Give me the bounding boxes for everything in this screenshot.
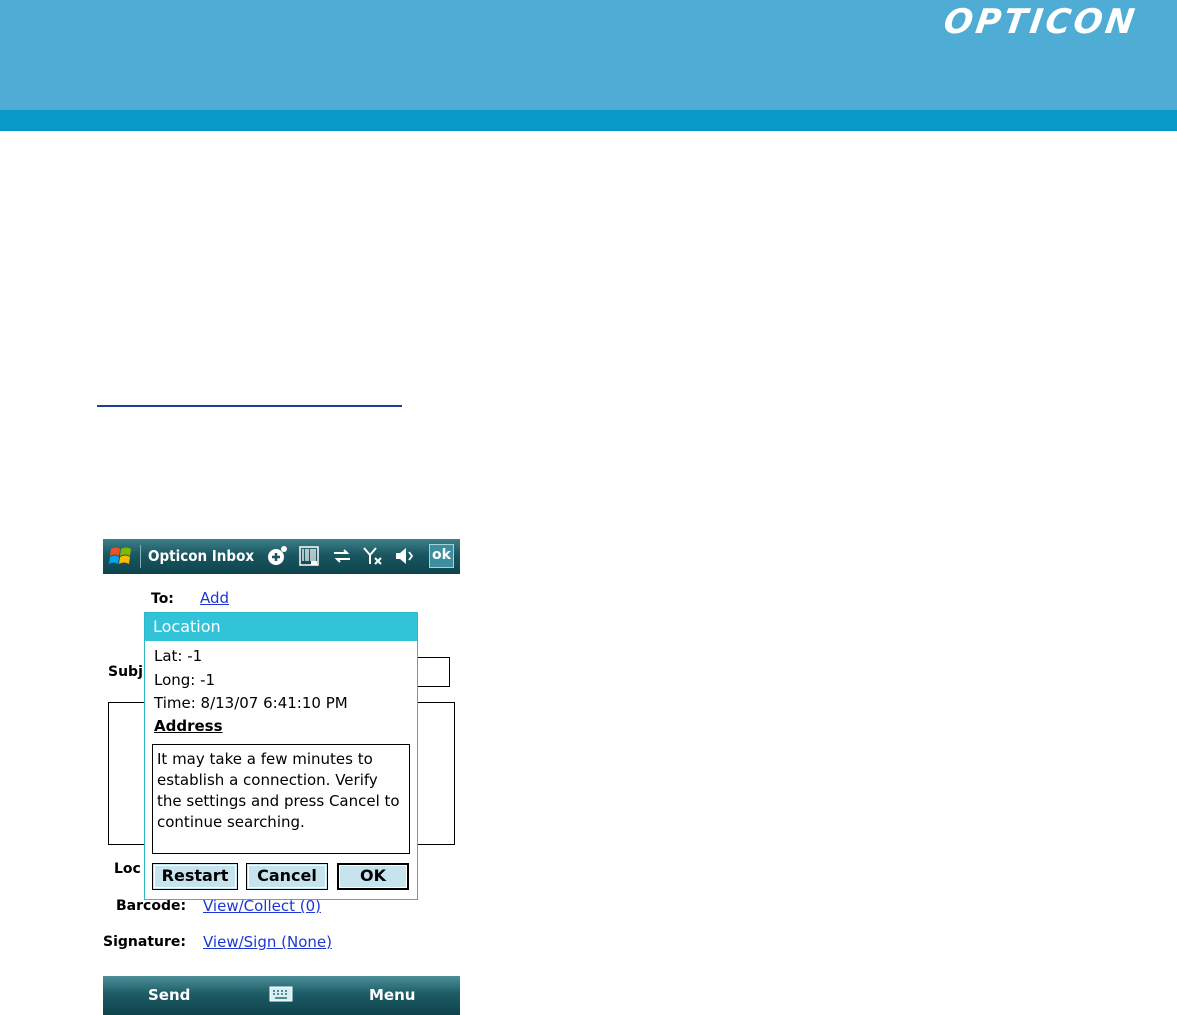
app-title: Opticon Inbox <box>148 547 255 565</box>
document-rule <box>97 405 402 407</box>
speaker-icon[interactable] <box>393 545 415 567</box>
to-label: To: <box>151 591 174 607</box>
windows-start-icon[interactable] <box>107 543 135 571</box>
address-label: Address <box>154 717 223 735</box>
subject-field[interactable] <box>415 657 450 687</box>
device-screen: Opticon Inbox ok To: Add Subj Loc Barcod… <box>103 539 460 1015</box>
latitude-text: Lat: -1 <box>154 647 203 665</box>
barcode-label: Barcode: <box>116 898 187 914</box>
time-text: Time: 8/13/07 6:41:10 PM <box>154 694 348 712</box>
header-stripe <box>0 110 1177 131</box>
barcode-scanner-icon[interactable] <box>298 545 320 567</box>
location-popup: Location Lat: -1 Long: -1 Time: 8/13/07 … <box>144 612 418 900</box>
signature-sign-link[interactable]: View/Sign (None) <box>203 933 332 951</box>
send-softkey[interactable]: Send <box>148 986 190 1004</box>
softkey-bar: Send Menu <box>103 976 460 1015</box>
longitude-text: Long: -1 <box>154 671 216 689</box>
keyboard-icon[interactable] <box>269 985 293 1003</box>
title-bar: Opticon Inbox ok <box>103 539 460 574</box>
signature-label: Signature: <box>103 934 186 950</box>
address-message: It may take a few minutes to establish a… <box>152 744 410 854</box>
subject-label: Subj <box>108 664 143 680</box>
cancel-button[interactable]: Cancel <box>246 863 328 890</box>
header-banner: OPTICON <box>0 0 1177 110</box>
opticon-logo: OPTICON <box>941 2 1140 42</box>
add-recipient-link[interactable]: Add <box>200 589 229 607</box>
title-separator <box>140 545 141 568</box>
location-label: Loc <box>114 861 141 877</box>
ok-button[interactable]: ok <box>429 544 454 568</box>
restart-button[interactable]: Restart <box>152 863 238 890</box>
no-signal-icon[interactable] <box>362 545 384 567</box>
popup-title: Location <box>145 613 417 641</box>
menu-softkey[interactable]: Menu <box>369 986 415 1004</box>
new-message-icon[interactable] <box>266 545 288 567</box>
sync-arrows-icon[interactable] <box>331 545 353 567</box>
popup-ok-button[interactable]: OK <box>337 863 409 890</box>
